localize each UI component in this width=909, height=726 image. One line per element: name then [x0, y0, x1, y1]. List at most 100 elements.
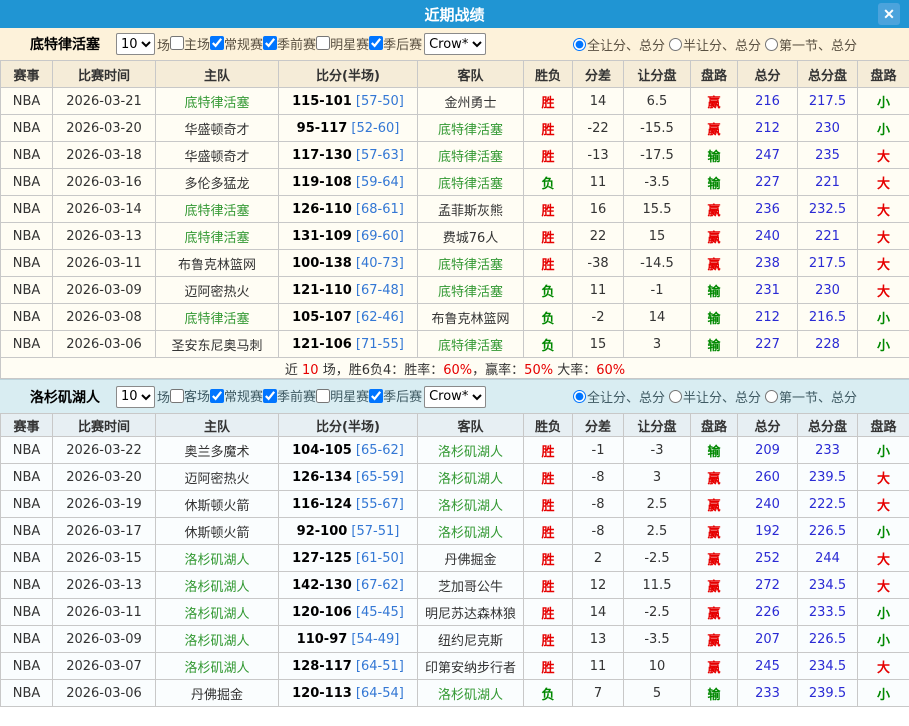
column-header: 赛事: [1, 61, 53, 88]
total-line-cell: 234.5: [798, 653, 858, 680]
filter-checkbox-group[interactable]: 客场: [170, 386, 210, 405]
over-under-cell: 大: [858, 250, 909, 277]
date-cell: 2026-03-13: [53, 572, 156, 599]
league-cell: NBA: [1, 142, 53, 169]
filter-checkbox-group[interactable]: 明星赛: [316, 386, 369, 405]
close-button[interactable]: ✕: [878, 3, 900, 25]
away-team-cell: 孟菲斯灰熊: [418, 196, 524, 223]
stat-mode-radio[interactable]: [573, 38, 586, 51]
half-score: [71-55]: [352, 337, 404, 352]
stat-mode-radio[interactable]: [765, 390, 778, 403]
filter-checkbox[interactable]: [316, 36, 330, 50]
column-header: 客队: [418, 61, 524, 88]
date-cell: 2026-03-16: [53, 169, 156, 196]
stat-mode-radio[interactable]: [669, 390, 682, 403]
filter-checkbox-label: 季前赛: [277, 386, 316, 405]
filter-checkbox[interactable]: [170, 36, 184, 50]
diff-cell: -1: [573, 437, 624, 464]
filter-checkbox[interactable]: [369, 36, 383, 50]
total-cell: 227: [738, 169, 798, 196]
total-cell: 238: [738, 250, 798, 277]
league-cell: NBA: [1, 250, 53, 277]
filter-checkbox-group[interactable]: 季后赛: [369, 34, 422, 53]
handicap-result-cell: 赢: [691, 250, 738, 277]
odds-company-select[interactable]: Crow*: [424, 33, 486, 55]
filter-checkbox[interactable]: [263, 389, 277, 403]
date-cell: 2026-03-07: [53, 653, 156, 680]
score-cell: 120-113 [64-54]: [279, 680, 418, 707]
home-team-cell: 圣安东尼奥马刺: [156, 331, 279, 358]
away-team-cell: 洛杉矶湖人: [418, 491, 524, 518]
handicap-cell: -17.5: [624, 142, 691, 169]
home-team-cell: 洛杉矶湖人: [156, 599, 279, 626]
stat-mode-radio-group[interactable]: 第一节、总分: [765, 35, 857, 54]
filter-checkbox[interactable]: [369, 389, 383, 403]
table-row: NBA2026-03-13底特律活塞131-109 [69-60]费城76人胜2…: [1, 223, 909, 250]
over-under-cell: 大: [858, 142, 909, 169]
total-line-cell: 228: [798, 331, 858, 358]
filter-checkbox-group[interactable]: 季前赛: [263, 34, 316, 53]
column-header: 总分: [738, 61, 798, 88]
stat-mode-radio[interactable]: [765, 38, 778, 51]
stat-mode-radio-group[interactable]: 半让分、总分: [669, 387, 761, 406]
filter-checkbox[interactable]: [210, 389, 224, 403]
stat-mode-radio-group[interactable]: 第一节、总分: [765, 387, 857, 406]
filter-checkbox-group[interactable]: 季前赛: [263, 386, 316, 405]
column-header: 总分盘: [798, 414, 858, 437]
summary-stat-value: 60%: [443, 363, 472, 378]
full-score: 116-124: [292, 497, 352, 512]
handicap-cell: 14: [624, 304, 691, 331]
handicap-result-cell: 输: [691, 304, 738, 331]
filter-checkbox-group[interactable]: 主场: [170, 34, 210, 53]
filter-checkbox-group[interactable]: 常规赛: [210, 34, 263, 53]
score-cell: 121-106 [71-55]: [279, 331, 418, 358]
recent-results-window: 近期战绩 ✕ 底特律活塞 10 场 主场常规赛季前赛明星赛季后赛 Crow* 全…: [0, 0, 909, 726]
full-score: 95-117: [297, 121, 348, 136]
games-count-select[interactable]: 10: [116, 33, 155, 55]
stat-mode-radio-group[interactable]: 全让分、总分: [573, 387, 665, 406]
column-header: 总分: [738, 414, 798, 437]
handicap-cell: -3: [624, 437, 691, 464]
handicap-cell: -3.5: [624, 169, 691, 196]
handicap-cell: 3: [624, 331, 691, 358]
total-cell: 212: [738, 304, 798, 331]
filter-checkbox-group[interactable]: 常规赛: [210, 386, 263, 405]
summary-stat-value: 50%: [524, 363, 553, 378]
total-line-cell: 221: [798, 169, 858, 196]
filter-checkbox-group[interactable]: 季后赛: [369, 386, 422, 405]
stat-mode-radio-group[interactable]: 半让分、总分: [669, 35, 761, 54]
table-row: NBA2026-03-09洛杉矶湖人110-97 [54-49]纽约尼克斯胜13…: [1, 626, 909, 653]
stat-mode-radio[interactable]: [669, 38, 682, 51]
handicap-cell: -2.5: [624, 545, 691, 572]
score-cell: 131-109 [69-60]: [279, 223, 418, 250]
score-cell: 127-125 [61-50]: [279, 545, 418, 572]
close-icon: ✕: [883, 6, 895, 22]
filter-checkbox-group[interactable]: 明星赛: [316, 34, 369, 53]
filter-checkbox[interactable]: [316, 389, 330, 403]
filter-checkbox[interactable]: [263, 36, 277, 50]
score-cell: 126-110 [68-61]: [279, 196, 418, 223]
filter-checkbox[interactable]: [170, 389, 184, 403]
over-under-cell: 大: [858, 223, 909, 250]
away-team-cell: 明尼苏达森林狼: [418, 599, 524, 626]
date-cell: 2026-03-13: [53, 223, 156, 250]
column-header: 比赛时间: [53, 61, 156, 88]
home-team-cell: 华盛顿奇才: [156, 142, 279, 169]
half-score: [57-63]: [352, 148, 404, 163]
games-count-select[interactable]: 10: [116, 386, 155, 408]
stat-mode-radio[interactable]: [573, 390, 586, 403]
filter-checkbox-label: 主场: [184, 34, 210, 53]
filter-checkbox[interactable]: [210, 36, 224, 50]
diff-cell: 16: [573, 196, 624, 223]
total-line-cell: 226.5: [798, 518, 858, 545]
score-cell: 95-117 [52-60]: [279, 115, 418, 142]
table-row: NBA2026-03-16多伦多猛龙119-108 [59-64]底特律活塞负1…: [1, 169, 909, 196]
stat-mode-radio-group[interactable]: 全让分、总分: [573, 35, 665, 54]
odds-company-select[interactable]: Crow*: [424, 386, 486, 408]
league-cell: NBA: [1, 491, 53, 518]
titlebar: 近期战绩 ✕: [0, 0, 909, 28]
table-row: NBA2026-03-14底特律活塞126-110 [68-61]孟菲斯灰熊胜1…: [1, 196, 909, 223]
handicap-result-cell: 赢: [691, 196, 738, 223]
table-row: NBA2026-03-17休斯顿火箭92-100 [57-51]洛杉矶湖人胜-8…: [1, 518, 909, 545]
score-cell: 92-100 [57-51]: [279, 518, 418, 545]
